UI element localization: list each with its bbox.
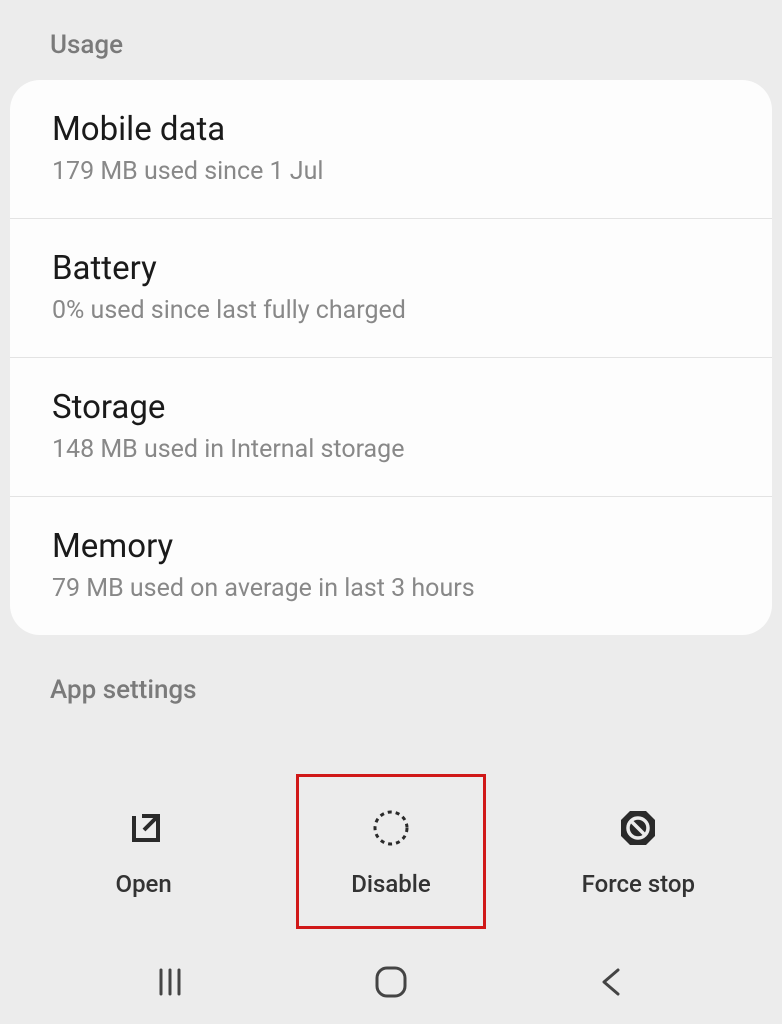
- storage-item[interactable]: Storage 148 MB used in Internal storage: [10, 358, 772, 497]
- open-button[interactable]: Open: [49, 774, 239, 929]
- recents-button[interactable]: [140, 952, 200, 1012]
- memory-subtitle: 79 MB used on average in last 3 hours: [52, 574, 730, 603]
- force-stop-button[interactable]: Force stop: [543, 774, 733, 929]
- home-button[interactable]: [361, 952, 421, 1012]
- mobile-data-subtitle: 179 MB used since 1 Jul: [52, 157, 730, 186]
- open-label: Open: [116, 870, 172, 898]
- back-icon: [594, 964, 630, 1000]
- force-stop-icon: [616, 805, 661, 850]
- mobile-data-title: Mobile data: [52, 110, 730, 149]
- home-icon: [371, 962, 411, 1002]
- navigation-bar: [0, 939, 782, 1024]
- back-button[interactable]: [582, 952, 642, 1012]
- disable-button[interactable]: Disable: [296, 774, 486, 929]
- memory-title: Memory: [52, 527, 730, 566]
- app-settings-section-header: App settings: [0, 635, 782, 705]
- recents-icon: [152, 964, 188, 1000]
- storage-subtitle: 148 MB used in Internal storage: [52, 435, 730, 464]
- usage-section-header: Usage: [0, 0, 782, 80]
- disable-icon: [368, 805, 413, 850]
- battery-title: Battery: [52, 249, 730, 288]
- memory-item[interactable]: Memory 79 MB used on average in last 3 h…: [10, 497, 772, 635]
- disable-label: Disable: [351, 870, 431, 898]
- open-icon: [121, 805, 166, 850]
- storage-title: Storage: [52, 388, 730, 427]
- battery-subtitle: 0% used since last fully charged: [52, 296, 730, 325]
- action-bar: Open Disable Force stop: [0, 774, 782, 929]
- battery-item[interactable]: Battery 0% used since last fully charged: [10, 219, 772, 358]
- force-stop-label: Force stop: [582, 870, 695, 898]
- mobile-data-item[interactable]: Mobile data 179 MB used since 1 Jul: [10, 80, 772, 219]
- usage-card: Mobile data 179 MB used since 1 Jul Batt…: [10, 80, 772, 635]
